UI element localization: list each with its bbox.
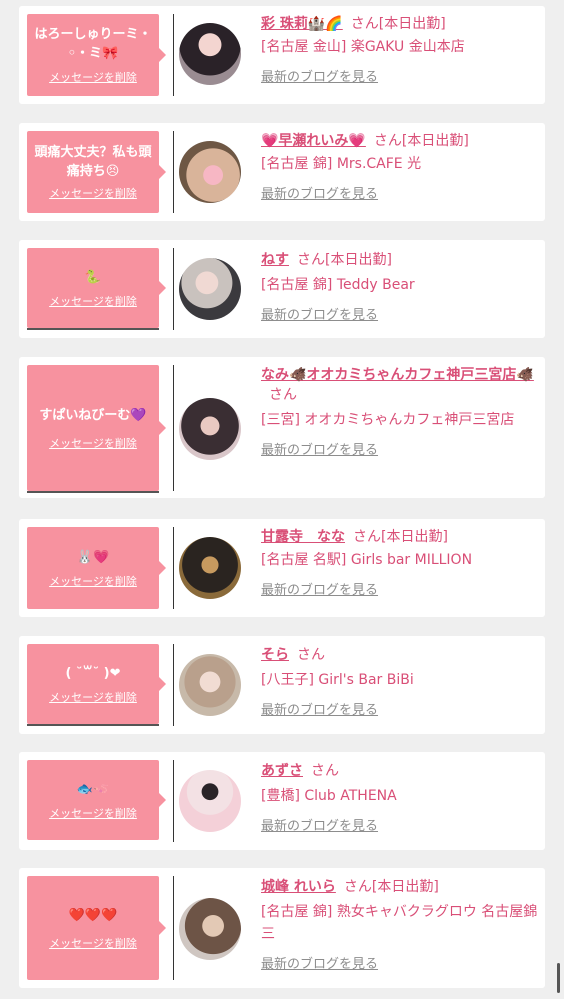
profile-info: ねす さん[本日出勤] [名古屋 錦] Teddy Bear 最新のブログを見る bbox=[261, 250, 539, 323]
delete-message-link[interactable]: メッセージを削除 bbox=[49, 435, 137, 451]
latest-blog-link[interactable]: 最新のブログを見る bbox=[261, 815, 378, 834]
avatar[interactable] bbox=[179, 258, 241, 320]
message-card: 頭痛大丈夫？私も頭痛持ち😣 メッセージを削除 💗早瀬れいみ💗 さん[本日出勤] [… bbox=[19, 123, 545, 221]
message-bubble: 🐟🪱 メッセージを削除 bbox=[27, 760, 166, 840]
latest-blog-link[interactable]: 最新のブログを見る bbox=[261, 579, 378, 598]
message-bubble: 🐍 メッセージを削除 bbox=[27, 248, 166, 328]
divider bbox=[173, 644, 174, 726]
latest-blog-link[interactable]: 最新のブログを見る bbox=[261, 66, 378, 85]
message-text: ❤️❤️❤️ bbox=[68, 907, 118, 923]
profile-name-link[interactable]: あずさ bbox=[261, 763, 303, 779]
avatar[interactable] bbox=[179, 398, 241, 460]
honorific: さん bbox=[350, 16, 379, 32]
honorific: さん bbox=[353, 529, 381, 545]
message-card: 🐍 メッセージを削除 ねす さん[本日出勤] [名古屋 錦] Teddy Bear… bbox=[19, 240, 545, 338]
bubble-edge bbox=[27, 724, 159, 726]
status-badge: [本日出勤] bbox=[381, 529, 448, 545]
message-card: 🐟🪱 メッセージを削除 あずさ さん [豊橋] Club ATHENA 最新のブロ… bbox=[19, 752, 545, 850]
message-card: ( ˘꒳˘ )❤ メッセージを削除 そら さん [八王子] Girl's Bar … bbox=[19, 636, 545, 734]
honorific: さん bbox=[373, 133, 402, 149]
honorific: さん bbox=[269, 387, 297, 403]
profile-info: そら さん [八王子] Girl's Bar BiBi 最新のブログを見る bbox=[261, 645, 539, 718]
divider bbox=[173, 248, 174, 330]
profile-name-link[interactable]: 💗早瀬れいみ💗 bbox=[261, 133, 366, 149]
avatar[interactable] bbox=[179, 898, 241, 960]
profile-name-link[interactable]: ねす bbox=[261, 252, 289, 268]
profile-info: 💗早瀬れいみ💗 さん[本日出勤] [名古屋 錦] Mrs.CAFE 光 最新のブロ… bbox=[261, 131, 539, 202]
profile-info: あずさ さん [豊橋] Club ATHENA 最新のブログを見る bbox=[261, 761, 539, 834]
delete-message-link[interactable]: メッセージを削除 bbox=[49, 689, 137, 705]
shop-info: [豊橋] Club ATHENA bbox=[261, 788, 397, 804]
delete-message-link[interactable]: メッセージを削除 bbox=[49, 805, 137, 821]
divider bbox=[173, 876, 174, 980]
shop-info: [名古屋 金山] 楽GAKU 金山本店 bbox=[261, 39, 465, 55]
scrollbar[interactable] bbox=[557, 963, 560, 993]
latest-blog-link[interactable]: 最新のブログを見る bbox=[261, 699, 378, 718]
message-text: すぱいねびーむ💜 bbox=[39, 407, 147, 423]
honorific: さん bbox=[297, 252, 325, 268]
avatar[interactable] bbox=[179, 654, 241, 716]
shop-info: [名古屋 名駅] Girls bar MILLION bbox=[261, 552, 473, 568]
status-badge: [本日出勤] bbox=[378, 16, 446, 32]
status-badge: [本日出勤] bbox=[371, 879, 439, 895]
latest-blog-link[interactable]: 最新のブログを見る bbox=[261, 439, 378, 458]
divider bbox=[173, 527, 174, 609]
message-bubble: はろーしゅりーミ・◦・ミ🎀 メッセージを削除 bbox=[27, 14, 166, 96]
delete-message-link[interactable]: メッセージを削除 bbox=[49, 573, 137, 589]
shop-info: [名古屋 錦] 熟女キャバクラグロウ 名古屋錦三 bbox=[261, 904, 538, 942]
honorific: さん bbox=[311, 763, 339, 779]
message-bubble: 🐰💗 メッセージを削除 bbox=[27, 527, 166, 609]
message-card: すぱいねびーむ💜 メッセージを削除 なみ🐗オオカミちゃんカフェ神戸三宮店🐗 さん … bbox=[19, 357, 545, 498]
message-text: ( ˘꒳˘ )❤ bbox=[65, 665, 121, 681]
divider bbox=[173, 760, 174, 842]
avatar[interactable] bbox=[179, 770, 241, 832]
message-text: 🐟🪱 bbox=[76, 781, 110, 797]
avatar[interactable] bbox=[179, 23, 241, 85]
message-bubble: ( ˘꒳˘ )❤ メッセージを削除 bbox=[27, 644, 166, 724]
delete-message-link[interactable]: メッセージを削除 bbox=[49, 935, 137, 951]
honorific: さん bbox=[297, 647, 325, 663]
shop-info: [三宮] オオカミちゃんカフェ神戸三宮店 bbox=[261, 412, 515, 428]
delete-message-link[interactable]: メッセージを削除 bbox=[49, 69, 137, 85]
message-text: 🐍 bbox=[84, 269, 102, 285]
message-bubble: すぱいねびーむ💜 メッセージを削除 bbox=[27, 365, 166, 491]
divider bbox=[173, 131, 174, 213]
message-text: はろーしゅりーミ・◦・ミ🎀 bbox=[34, 27, 152, 61]
message-text: 🐰💗 bbox=[76, 549, 110, 565]
message-card: ❤️❤️❤️ メッセージを削除 城峰 れいら さん[本日出勤] [名古屋 錦] 熟… bbox=[19, 868, 545, 988]
latest-blog-link[interactable]: 最新のブログを見る bbox=[261, 953, 378, 972]
shop-info: [名古屋 錦] Teddy Bear bbox=[261, 277, 415, 293]
bubble-edge bbox=[27, 491, 159, 493]
profile-name-link[interactable]: 彩 珠莉🏰🌈 bbox=[261, 16, 343, 32]
shop-info: [名古屋 錦] Mrs.CAFE 光 bbox=[261, 156, 422, 172]
delete-message-link[interactable]: メッセージを削除 bbox=[49, 293, 137, 309]
profile-info: 城峰 れいら さん[本日出勤] [名古屋 錦] 熟女キャバクラグロウ 名古屋錦三 … bbox=[261, 877, 539, 972]
latest-blog-link[interactable]: 最新のブログを見る bbox=[261, 183, 378, 202]
status-badge: [本日出勤] bbox=[325, 252, 392, 268]
latest-blog-link[interactable]: 最新のブログを見る bbox=[261, 304, 378, 323]
profile-info: 彩 珠莉🏰🌈 さん[本日出勤] [名古屋 金山] 楽GAKU 金山本店 最新のブロ… bbox=[261, 14, 539, 85]
profile-name-link[interactable]: そら bbox=[261, 647, 289, 663]
message-bubble: 頭痛大丈夫？私も頭痛持ち😣 メッセージを削除 bbox=[27, 131, 166, 213]
profile-info: 甘露寺 なな さん[本日出勤] [名古屋 名駅] Girls bar MILLIO… bbox=[261, 527, 539, 598]
profile-name-link[interactable]: 城峰 れいら bbox=[261, 879, 336, 895]
avatar[interactable] bbox=[179, 141, 241, 203]
profile-info: なみ🐗オオカミちゃんカフェ神戸三宮店🐗 さん [三宮] オオカミちゃんカフェ神戸三… bbox=[261, 365, 539, 458]
shop-info: [八王子] Girl's Bar BiBi bbox=[261, 672, 414, 688]
divider bbox=[173, 365, 174, 491]
profile-name-link[interactable]: 甘露寺 なな bbox=[261, 529, 345, 545]
message-bubble: ❤️❤️❤️ メッセージを削除 bbox=[27, 876, 166, 980]
status-badge: [本日出勤] bbox=[401, 133, 469, 149]
message-card: 🐰💗 メッセージを削除 甘露寺 なな さん[本日出勤] [名古屋 名駅] Girl… bbox=[19, 519, 545, 617]
profile-name-link[interactable]: なみ🐗オオカミちゃんカフェ神戸三宮店🐗 bbox=[261, 367, 534, 383]
message-text: 頭痛大丈夫？私も頭痛持ち😣 bbox=[34, 145, 152, 179]
message-card: はろーしゅりーミ・◦・ミ🎀 メッセージを削除 彩 珠莉🏰🌈 さん[本日出勤] [名… bbox=[19, 6, 545, 104]
divider bbox=[173, 14, 174, 96]
honorific: さん bbox=[343, 879, 372, 895]
bubble-edge bbox=[27, 328, 159, 330]
avatar[interactable] bbox=[179, 537, 241, 599]
delete-message-link[interactable]: メッセージを削除 bbox=[49, 185, 137, 201]
